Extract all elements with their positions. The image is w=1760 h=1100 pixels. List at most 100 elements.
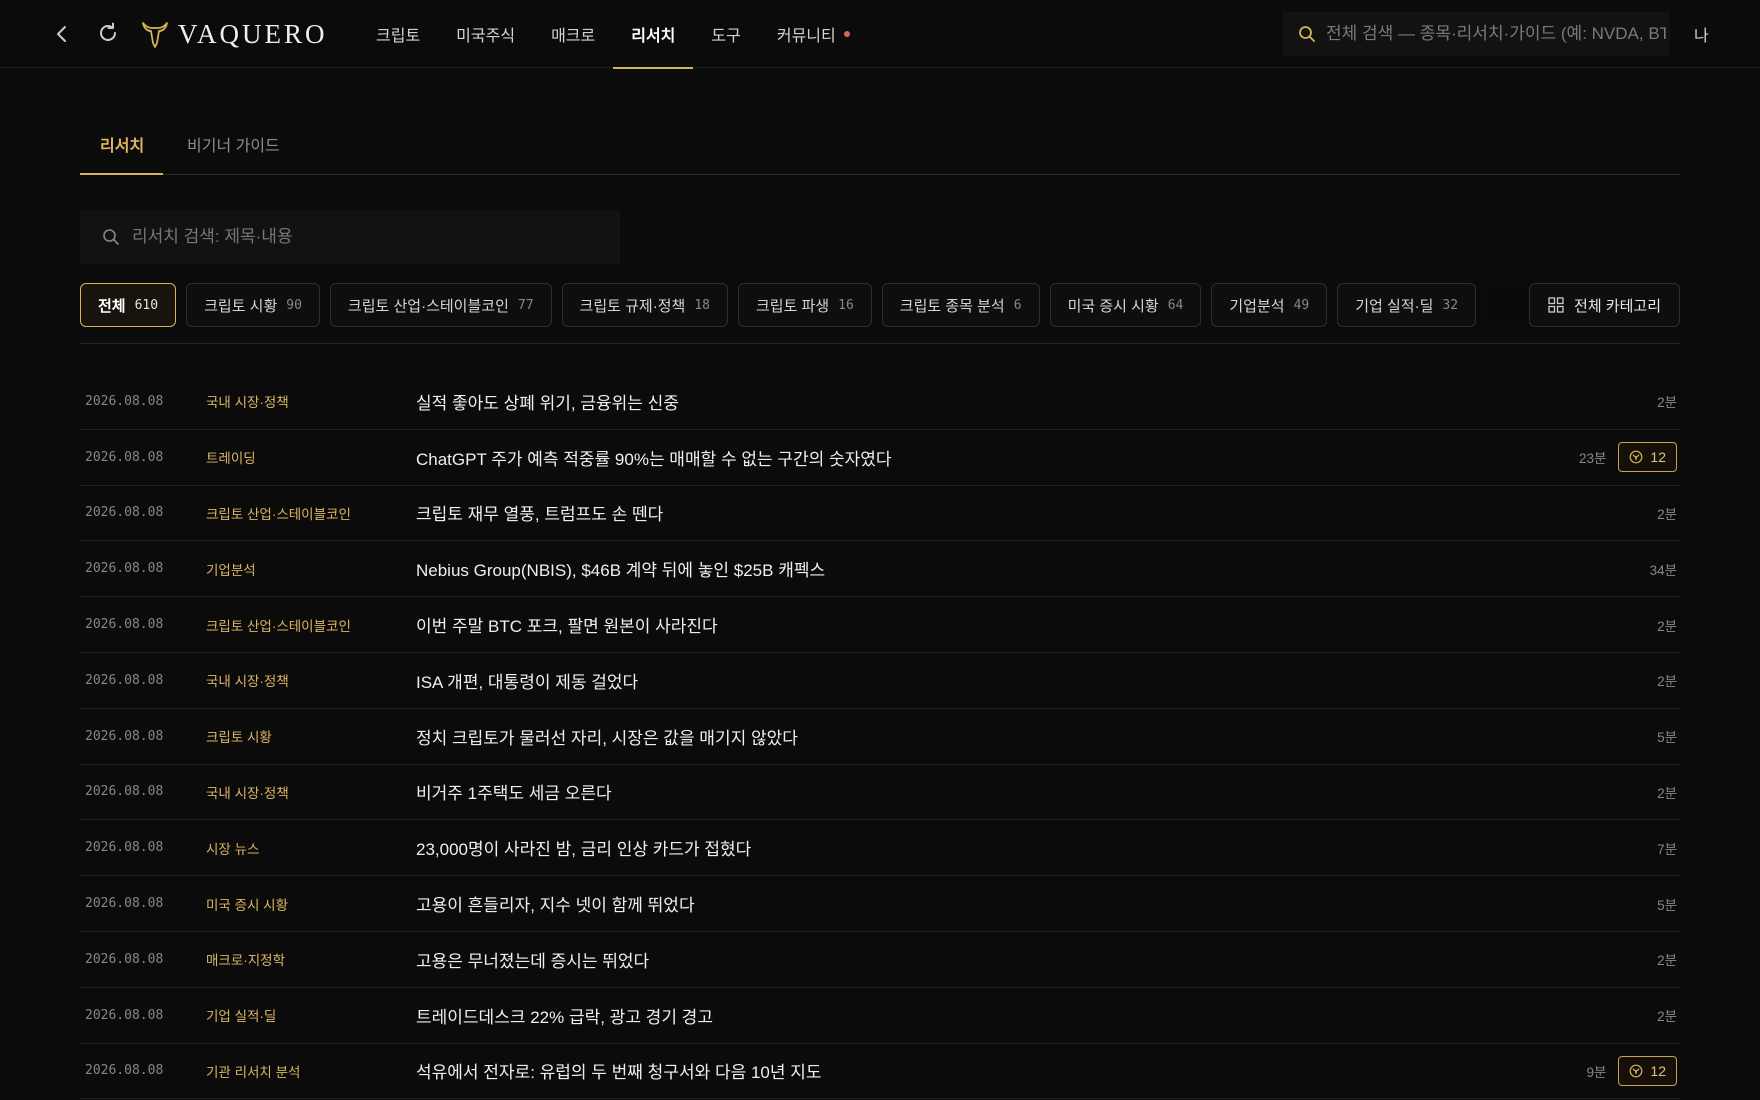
read-time: 5분 (1657, 897, 1677, 913)
nav-label: 도구 (711, 28, 741, 45)
article-row[interactable]: 2026.08.08 크립토 산업·스테이블코인 이번 주말 BTC 포크, 팔면 … (80, 597, 1680, 653)
article-title[interactable]: 고용이 흔들리자, 지수 넷이 함께 뛰었다 (416, 891, 695, 916)
chip-label: 크립토 산업·스테이블코인 (347, 297, 509, 315)
article-row[interactable]: 2026.08.08 크립토 시황 정치 크립토가 물러선 자리, 시장은 값을 매… (80, 709, 1680, 765)
article-row[interactable]: 2026.08.08 트레이딩 ChatGPT 주가 예측 적중률 90%는 매매할… (80, 430, 1680, 486)
nav-macro[interactable]: 매크로 (533, 0, 613, 68)
global-search-input[interactable] (1326, 24, 1666, 44)
article-title[interactable]: 고용은 무너졌는데 증시는 뛰었다 (416, 947, 649, 972)
nav-research[interactable]: 리서치 (613, 0, 694, 69)
bull-coin-icon (1630, 450, 1643, 464)
chip-label: 기업 실적·딜 (1355, 297, 1434, 315)
chip-label: 크립토 규제·정책 (579, 297, 686, 315)
article-row[interactable]: 2026.08.08 기업분석 Nebius Group(NBIS), $46B 계… (80, 541, 1680, 598)
article-category[interactable]: 매크로·지정학 (206, 949, 285, 969)
article-title[interactable]: ISA 개편, 대통령이 제동 걸었다 (416, 668, 638, 693)
read-time: 2분 (1657, 1009, 1677, 1025)
article-category[interactable]: 기업분석 (206, 559, 256, 579)
article-list: 2026.08.08 국내 시장·정책 실적 좋아도 상폐 위기, 금융위는 신중 2… (80, 374, 1680, 1100)
article-title[interactable]: 정치 크립토가 물러선 자리, 시장은 값을 매기지 않았다 (416, 724, 798, 749)
all-categories-label: 전체 카테고리 (1574, 297, 1661, 315)
search-icon (103, 229, 119, 245)
article-title[interactable]: 트레이드데스크 22% 급락, 광고 경기 경고 (416, 1003, 713, 1028)
article-meta: 2분 (1657, 782, 1677, 802)
chip-count: 32 (1442, 297, 1459, 313)
chip-label: 크립토 파생 (755, 297, 830, 315)
article-meta: 2분 (1657, 949, 1677, 969)
tab-beginner-guide[interactable]: 비기너 가이드 (187, 132, 280, 156)
article-meta: 7분 (1657, 838, 1677, 858)
research-search-box[interactable] (80, 210, 620, 264)
article-category[interactable]: 국내 시장·정책 (206, 391, 289, 411)
category-chip[interactable]: 크립토 규제·정책 18 (561, 283, 728, 327)
article-category[interactable]: 국내 시장·정책 (206, 670, 289, 690)
article-category[interactable]: 국내 시장·정책 (206, 782, 289, 802)
reaction-badge[interactable]: 12 (1618, 442, 1677, 473)
article-row[interactable]: 2026.08.08 매크로·지정학 고용은 무너졌는데 증시는 뛰었다 2분 (80, 932, 1680, 988)
article-title[interactable]: 23,000명이 사라진 밤, 금리 인상 카드가 접혔다 (416, 835, 751, 860)
article-title[interactable]: 비거주 1주택도 세금 오른다 (416, 779, 612, 804)
article-date: 2026.08.08 (85, 449, 164, 465)
refresh-icon[interactable] (96, 21, 120, 45)
chip-label: 전체 (98, 297, 126, 315)
article-row[interactable]: 2026.08.08 크립토 산업·스테이블코인 크립토 재무 열풍, 트럼프도 손… (80, 486, 1680, 542)
search-icon (1299, 26, 1315, 42)
global-search-box[interactable] (1282, 12, 1670, 56)
article-row[interactable]: 2026.08.08 기업 실적·딜 트레이드데스크 22% 급락, 광고 경기 경… (80, 988, 1680, 1044)
article-category[interactable]: 시장 뉴스 (206, 838, 259, 858)
article-row[interactable]: 2026.08.08 미국 증시 시황 고용이 흔들리자, 지수 넷이 함께 뛰었다… (80, 876, 1680, 932)
article-row[interactable]: 2026.08.08 국내 시장·정책 ISA 개편, 대통령이 제동 걸었다 2분 (80, 653, 1680, 709)
category-chip[interactable]: 미국 증시 시황 64 (1049, 283, 1202, 327)
article-meta: 2분 (1657, 391, 1677, 411)
article-category[interactable]: 트레이딩 (206, 447, 256, 467)
brand-wordmark: VAQUERO (178, 18, 328, 49)
reaction-badge[interactable]: 12 (1618, 1055, 1677, 1086)
read-time: 2분 (1657, 674, 1677, 690)
main-navigation: 크립토 미국주식 매크로 리서치 도구 커뮤니티 (358, 0, 868, 69)
article-row[interactable]: 2026.08.08 국내 시장·정책 비거주 1주택도 세금 오른다 2분 (80, 765, 1680, 821)
article-category[interactable]: 기업 실적·딜 (206, 1005, 276, 1025)
category-chip[interactable]: 크립토 산업·스테이블코인 77 (329, 283, 552, 327)
nav-community[interactable]: 커뮤니티 (759, 0, 868, 68)
chip-label: 기업분석 (1229, 297, 1285, 315)
article-date: 2026.08.08 (85, 393, 164, 409)
category-chip[interactable]: 크립토 종목 분석 6 (881, 283, 1040, 327)
category-chip[interactable]: 기업 실적·딜 32 (1337, 283, 1477, 327)
article-row[interactable]: 2026.08.08 국내 시장·정책 실적 좋아도 상폐 위기, 금융위는 신중 2… (80, 374, 1680, 430)
article-title[interactable]: 석유에서 전자로: 유럽의 두 번째 청구서와 다음 10년 지도 (416, 1058, 822, 1083)
article-title[interactable]: ChatGPT 주가 예측 적중률 90%는 매매할 수 없는 구간의 숫자였다 (416, 445, 892, 470)
article-title[interactable]: 이번 주말 BTC 포크, 팔면 원본이 사라진다 (416, 612, 718, 637)
chip-count: 610 (134, 297, 159, 313)
reaction-count: 12 (1650, 449, 1666, 466)
nav-label: 미국주식 (456, 28, 516, 45)
article-category[interactable]: 크립토 시황 (206, 726, 272, 746)
article-title[interactable]: Nebius Group(NBIS), $46B 계약 뒤에 놓인 $25B 캐… (416, 556, 825, 581)
article-category[interactable]: 기관 리서치 분석 (206, 1061, 300, 1081)
article-row[interactable]: 2026.08.08 기관 리서치 분석 석유에서 전자로: 유럽의 두 번째 청구… (80, 1044, 1680, 1100)
all-categories-button[interactable]: 전체 카테고리 (1529, 283, 1680, 327)
chip-count: 90 (286, 297, 302, 313)
category-chip-all[interactable]: 전체 610 (80, 283, 177, 327)
article-title[interactable]: 크립토 재무 열풍, 트럼프도 손 뗀다 (416, 500, 663, 525)
article-category[interactable]: 크립토 산업·스테이블코인 (206, 503, 351, 523)
article-title[interactable]: 실적 좋아도 상폐 위기, 금융위는 신중 (416, 389, 679, 414)
article-meta: 2분 (1657, 503, 1677, 523)
divider (80, 343, 1680, 344)
article-category[interactable]: 미국 증시 시황 (206, 894, 288, 914)
nav-us-stocks[interactable]: 미국주식 (438, 0, 533, 68)
user-menu[interactable]: 나 (1694, 22, 1709, 46)
article-row[interactable]: 2026.08.08 시장 뉴스 23,000명이 사라진 밤, 금리 인상 카드가… (80, 820, 1680, 877)
article-meta: 9분 12 (1586, 1055, 1677, 1086)
category-chip[interactable]: 크립토 파생 16 (737, 283, 872, 327)
article-category[interactable]: 크립토 산업·스테이블코인 (206, 615, 351, 635)
active-tab-indicator (80, 173, 163, 175)
tab-research[interactable]: 리서치 (100, 132, 144, 156)
category-chip-list: 전체 610 크립토 시황 90 크립토 산업·스테이블코인 77 크립토 규제·정책… (80, 283, 1680, 327)
brand-logo[interactable]: VAQUERO (140, 16, 328, 52)
back-arrow-icon[interactable] (50, 22, 74, 46)
nav-crypto[interactable]: 크립토 (358, 0, 438, 68)
research-search-input[interactable] (132, 227, 592, 247)
category-chip[interactable]: 기업분석 49 (1211, 283, 1328, 327)
nav-tools[interactable]: 도구 (693, 0, 758, 68)
category-chip[interactable]: 크립토 시황 90 (186, 283, 320, 327)
